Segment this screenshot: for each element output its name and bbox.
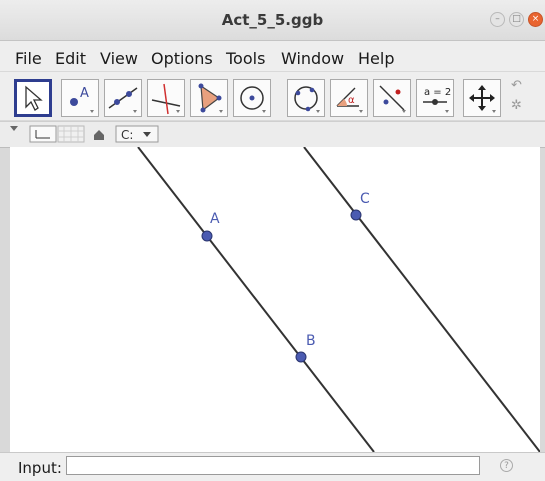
axes-toggle-icon[interactable] [29, 125, 57, 143]
slider-icon: a = 2 [423, 87, 451, 113]
move-graphics-view-icon [469, 85, 496, 113]
angle-tool-label: α [348, 95, 355, 106]
title-bar: Act_5_5.ggb – □ × [0, 0, 545, 41]
menu-options[interactable]: Options [151, 49, 213, 68]
point-b[interactable] [295, 351, 307, 363]
svg-text:C:: C: [121, 128, 133, 142]
menu-bar: File Edit View Options Tools Window Help [0, 41, 545, 71]
circle-three-points-tool-button[interactable] [287, 79, 325, 117]
menu-help[interactable]: Help [358, 49, 394, 68]
help-icon[interactable]: ? [500, 459, 513, 472]
perpendicular-tool-button[interactable] [147, 79, 185, 117]
menu-edit[interactable]: Edit [55, 49, 86, 68]
angle-icon: α [336, 87, 363, 113]
circle-tool-button[interactable] [233, 79, 271, 117]
graphics-style-bar: C: [0, 121, 545, 148]
point-tool-button[interactable]: A [61, 79, 99, 117]
point-tool-label: A [80, 86, 89, 101]
reflect-tool-button[interactable] [373, 79, 411, 117]
point-b-label: B [306, 333, 316, 349]
input-bar: Input: ? [0, 452, 545, 481]
collapse-icon[interactable] [10, 126, 18, 131]
slider-tool-button[interactable]: a = 2 [416, 79, 454, 117]
point-icon: A [70, 86, 94, 113]
circle-center-point-icon [240, 86, 266, 113]
gear-icon[interactable]: ✲ [511, 98, 522, 113]
perpendicular-line-icon [151, 83, 181, 115]
cursor-arrow-icon [25, 85, 43, 111]
polygon-tool-button[interactable] [190, 79, 228, 117]
point-a[interactable] [201, 230, 213, 242]
angle-tool-button[interactable]: α [330, 79, 368, 117]
move-graphics-tool-button[interactable] [463, 79, 501, 117]
minimize-icon[interactable]: – [490, 12, 505, 27]
menu-file[interactable]: File [15, 49, 42, 68]
toolbar: A α a = 2 ↶ ✲ [0, 72, 545, 120]
line-through-points-icon [108, 87, 138, 113]
home-icon[interactable] [94, 130, 104, 140]
input-field[interactable] [66, 456, 480, 475]
undo-icon[interactable]: ↶ [511, 78, 522, 93]
graphics-view[interactable]: A B C [10, 147, 540, 452]
move-tool-button[interactable] [14, 79, 52, 117]
circle-three-points-icon [294, 86, 320, 113]
window-title: Act_5_5.ggb [221, 11, 324, 29]
menu-view[interactable]: View [100, 49, 138, 68]
slider-tool-label: a = 2 [424, 87, 451, 98]
menu-window[interactable]: Window [281, 49, 344, 68]
point-c-label: C [360, 191, 370, 207]
maximize-icon[interactable]: □ [509, 12, 524, 27]
close-icon[interactable]: × [528, 12, 543, 27]
point-c[interactable] [350, 209, 362, 221]
reflect-about-line-icon [379, 85, 406, 113]
input-label: Input: [18, 459, 62, 477]
polygon-icon [198, 83, 223, 113]
point-a-label: A [210, 211, 220, 227]
line-tool-button[interactable] [104, 79, 142, 117]
graphics-canvas[interactable] [10, 147, 540, 452]
menu-tools[interactable]: Tools [226, 49, 265, 68]
